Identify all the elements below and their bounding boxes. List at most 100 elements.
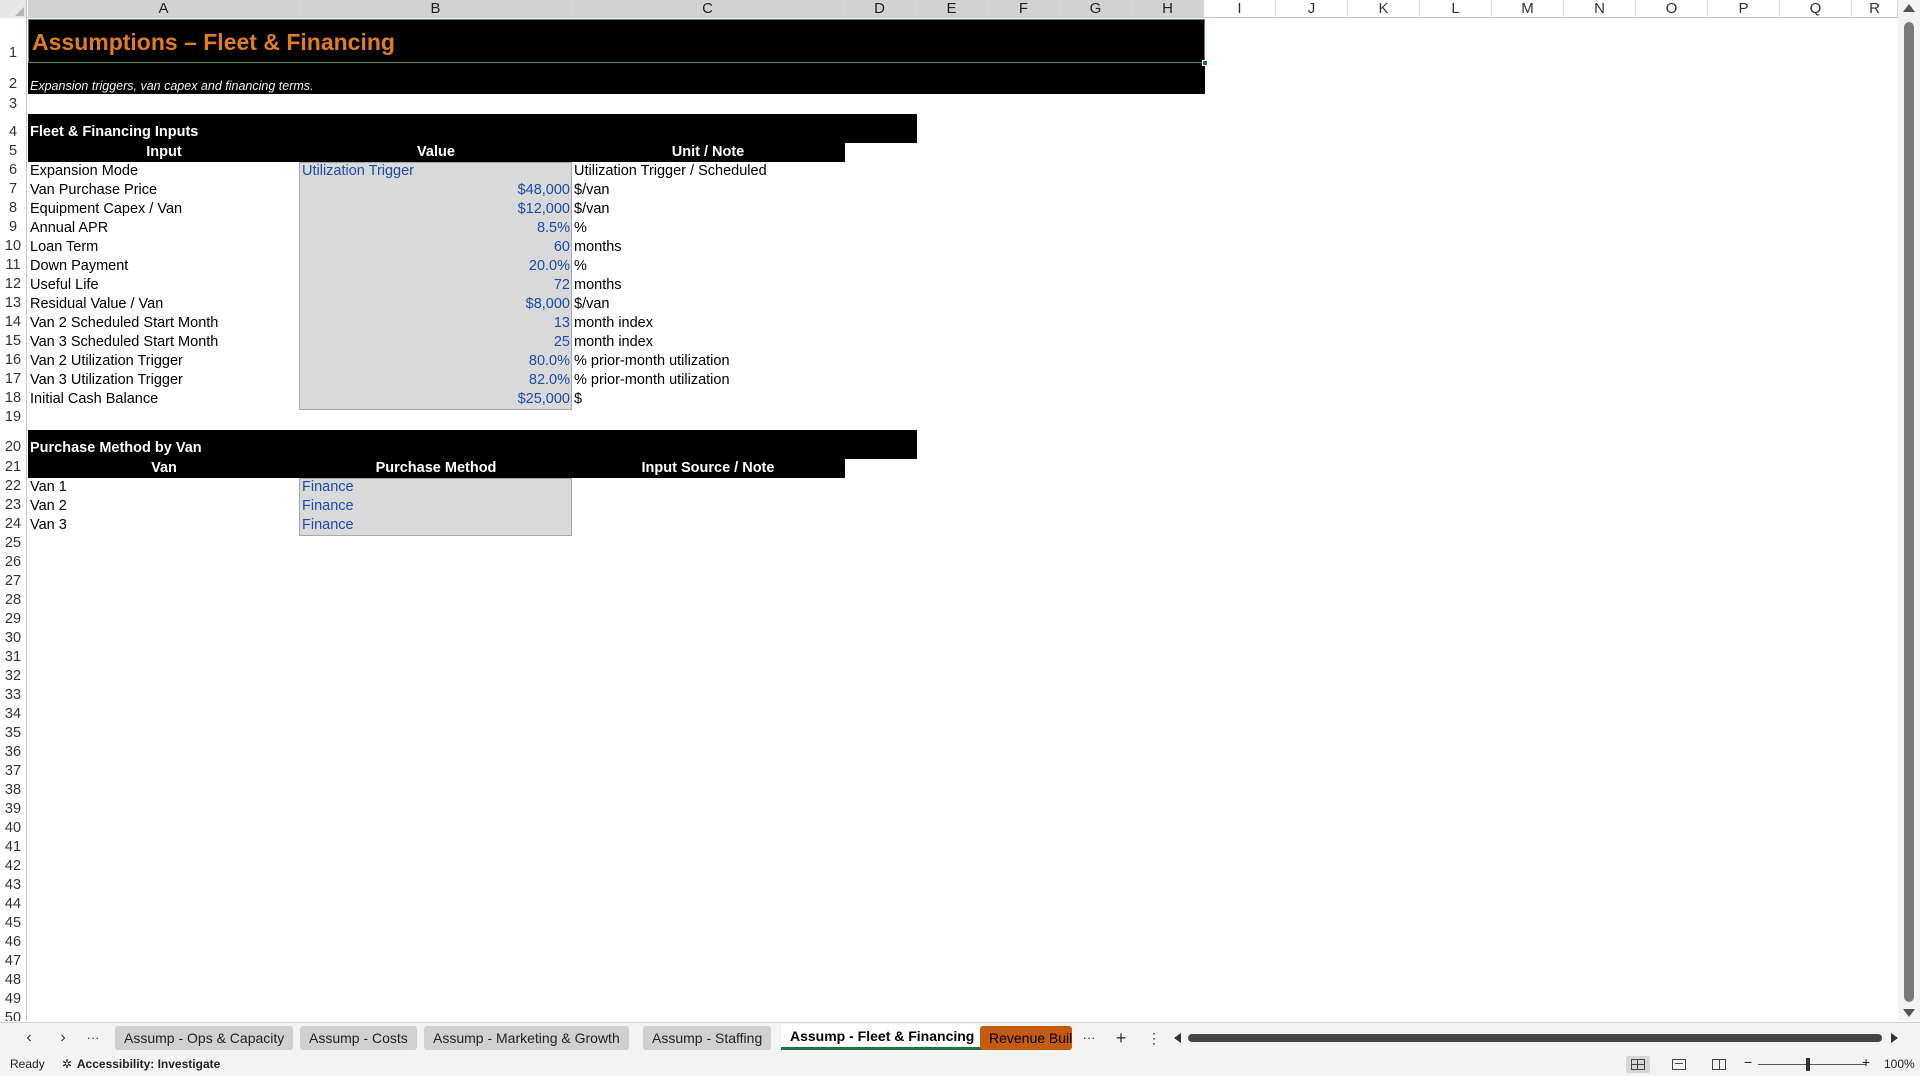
input-label-equipment-capex[interactable]: Equipment Capex / Van [30,200,182,219]
row-header-3[interactable]: 3 [0,95,26,114]
row-header-46[interactable]: 46 [0,933,26,952]
input-note-van3-start[interactable]: month index [574,333,653,352]
row-header-7[interactable]: 7 [0,180,26,199]
vertical-scroll-thumb[interactable] [1904,22,1914,1002]
input-value-equipment-capex[interactable]: $12,000 [300,200,570,219]
input-value-loan-term[interactable]: 60 [300,238,570,257]
column-header-h[interactable]: H [1132,0,1204,18]
column-header-e[interactable]: E [916,0,988,18]
input-note-annual-apr[interactable]: % [574,219,587,238]
column-header-g[interactable]: G [1060,0,1132,18]
input-label-van-purchase-price[interactable]: Van Purchase Price [30,181,157,200]
row-header-48[interactable]: 48 [0,971,26,990]
row-header-2[interactable]: 2 [0,75,26,94]
horizontal-scrollbar[interactable] [1172,1031,1900,1045]
row-header-42[interactable]: 42 [0,857,26,876]
input-note-initial-cash[interactable]: $ [574,390,582,409]
horizontal-scroll-thumb[interactable] [1188,1034,1882,1042]
tab-assump-staffing[interactable]: Assump - Staffing [643,1026,772,1050]
row-header-12[interactable]: 12 [0,275,26,294]
row-header-21[interactable]: 21 [0,458,26,477]
column-header-i[interactable]: I [1204,0,1276,18]
row-header-4[interactable]: 4 [0,123,26,142]
column-header-r[interactable]: R [1852,0,1898,18]
column-header-b[interactable]: B [300,0,572,18]
vertical-scrollbar[interactable] [1898,0,1920,1021]
column-header-j[interactable]: J [1276,0,1348,18]
scroll-right-icon[interactable] [1891,1033,1898,1043]
row-header-18[interactable]: 18 [0,389,26,408]
column-header-k[interactable]: K [1348,0,1420,18]
normal-view-button[interactable] [1626,1056,1650,1073]
fill-handle[interactable] [1202,60,1208,66]
row-header-49[interactable]: 49 [0,990,26,1009]
input-note-van-purchase-price[interactable]: $/van [574,181,609,200]
zoom-slider-track[interactable] [1758,1064,1866,1065]
row-header-24[interactable]: 24 [0,515,26,534]
input-value-useful-life[interactable]: 72 [300,276,570,295]
row-header-32[interactable]: 32 [0,667,26,686]
tab-assump-marketing-growth[interactable]: Assump - Marketing & Growth [424,1026,629,1050]
tab-assump-ops-capacity[interactable]: Assump - Ops & Capacity [115,1026,294,1050]
input-note-expansion-mode[interactable]: Utilization Trigger / Scheduled [574,162,767,181]
column-header-d[interactable]: D [844,0,916,18]
row-header-39[interactable]: 39 [0,800,26,819]
row-header-1[interactable]: 1 [0,18,26,63]
input-note-useful-life[interactable]: months [574,276,622,295]
input-value-van2-trigger[interactable]: 80.0% [300,352,570,371]
input-label-residual-value[interactable]: Residual Value / Van [30,295,163,314]
purchase-method-van-1[interactable]: Finance [302,478,354,497]
column-header-o[interactable]: O [1636,0,1708,18]
accessibility-status[interactable]: ✲ Accessibility: Investigate [60,1057,220,1072]
van-label-2[interactable]: Van 2 [30,497,67,516]
row-header-30[interactable]: 30 [0,629,26,648]
input-value-residual-value[interactable]: $8,000 [300,295,570,314]
row-header-8[interactable]: 8 [0,199,26,218]
row-header-16[interactable]: 16 [0,351,26,370]
zoom-slider-knob[interactable] [1806,1058,1810,1071]
purchase-method-van-2[interactable]: Finance [302,497,354,516]
row-header-34[interactable]: 34 [0,705,26,724]
row-header-23[interactable]: 23 [0,496,26,515]
input-label-van2-trigger[interactable]: Van 2 Utilization Trigger [30,352,183,371]
row-header-14[interactable]: 14 [0,313,26,332]
row-header-15[interactable]: 15 [0,332,26,351]
input-note-loan-term[interactable]: months [574,238,622,257]
input-label-down-payment[interactable]: Down Payment [30,257,128,276]
row-header-38[interactable]: 38 [0,781,26,800]
input-value-van3-start[interactable]: 25 [300,333,570,352]
input-value-down-payment[interactable]: 20.0% [300,257,570,276]
row-header-6[interactable]: 6 [0,161,26,180]
tab-assump-costs[interactable]: Assump - Costs [300,1026,417,1050]
input-label-loan-term[interactable]: Loan Term [30,238,98,257]
row-header-27[interactable]: 27 [0,572,26,591]
row-header-19[interactable]: 19 [0,408,26,427]
column-header-q[interactable]: Q [1780,0,1852,18]
zoom-in-button[interactable]: + [1862,1055,1870,1070]
row-header-25[interactable]: 25 [0,534,26,553]
row-header-50[interactable]: 50 [0,1009,26,1021]
input-label-initial-cash[interactable]: Initial Cash Balance [30,390,158,409]
row-header-9[interactable]: 9 [0,218,26,237]
row-header-11[interactable]: 11 [0,256,26,275]
row-header-13[interactable]: 13 [0,294,26,313]
row-header-26[interactable]: 26 [0,553,26,572]
input-value-initial-cash[interactable]: $25,000 [300,390,570,409]
next-sheet-icon[interactable]: › [52,1028,74,1048]
zoom-level[interactable]: 100% [1884,1057,1915,1072]
row-header-37[interactable]: 37 [0,762,26,781]
zoom-out-button[interactable]: − [1744,1055,1752,1070]
scroll-left-icon[interactable] [1174,1033,1181,1043]
row-header-28[interactable]: 28 [0,591,26,610]
input-value-van2-start[interactable]: 13 [300,314,570,333]
input-note-down-payment[interactable]: % [574,257,587,276]
column-header-a[interactable]: A [28,0,300,18]
row-header-17[interactable]: 17 [0,370,26,389]
input-value-van3-trigger[interactable]: 82.0% [300,371,570,390]
row-header-10[interactable]: 10 [0,237,26,256]
column-header-p[interactable]: P [1708,0,1780,18]
prev-sheet-icon[interactable]: ‹ [18,1028,40,1048]
row-header-47[interactable]: 47 [0,952,26,971]
column-header-l[interactable]: L [1420,0,1492,18]
row-header-20[interactable]: 20 [0,438,26,457]
